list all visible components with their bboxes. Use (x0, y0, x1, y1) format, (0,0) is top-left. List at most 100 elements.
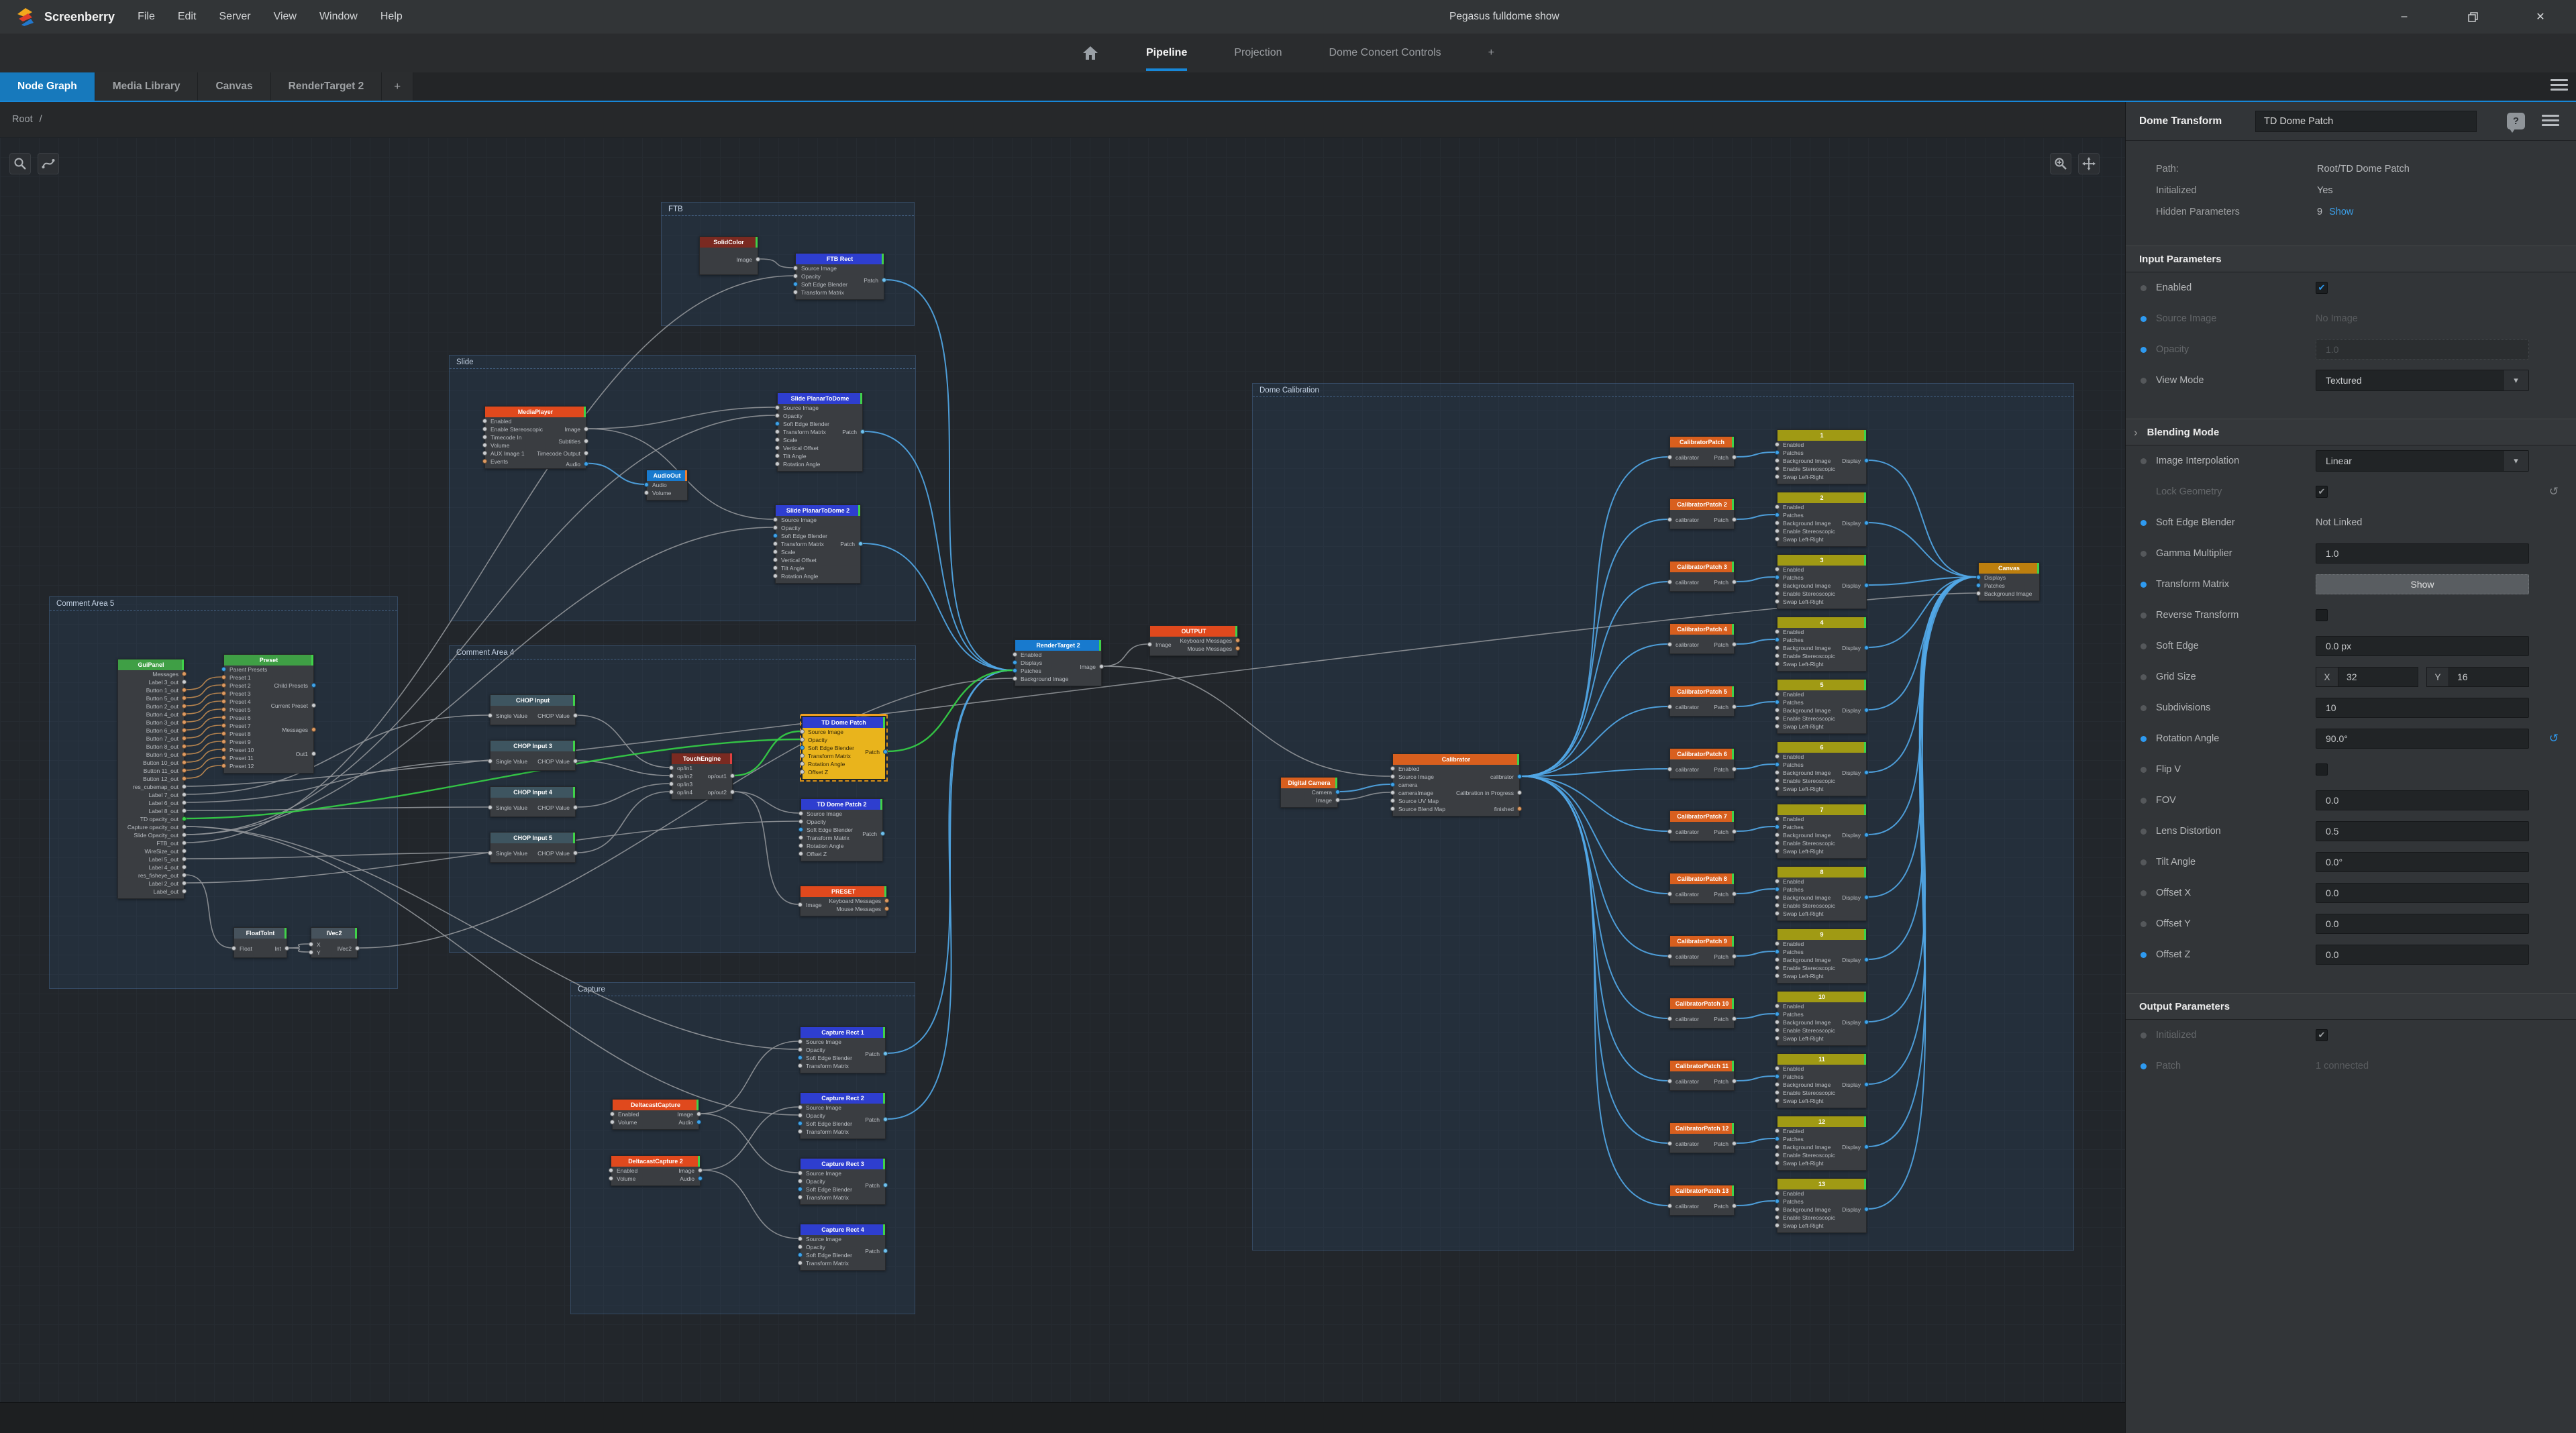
output-port-td-opacity-out[interactable] (182, 816, 187, 821)
output-port-patch[interactable] (1732, 1016, 1737, 1021)
node-graph-canvas[interactable]: Comment Area 5FTBSlideComment Area 4Capt… (0, 138, 2125, 1402)
input-port-op-in3[interactable] (669, 782, 674, 786)
output-port-audio[interactable] (698, 1176, 703, 1181)
input-port-opacity[interactable] (773, 525, 778, 530)
node-guipanel[interactable]: GuiPanelMessagesLabel 3_outButton 1_outB… (117, 659, 185, 899)
node-header[interactable]: CalibratorPatch 6 (1670, 749, 1734, 759)
input-port-source-blend-map[interactable] (1390, 806, 1395, 811)
output-port-display[interactable] (1864, 1082, 1869, 1087)
output-port-audio[interactable] (697, 1120, 701, 1124)
output-port-patch[interactable] (1732, 580, 1737, 584)
menu-item-window[interactable]: Window (319, 11, 358, 23)
output-port-display[interactable] (1864, 458, 1869, 463)
output-port-mouse-messages[interactable] (1235, 646, 1240, 651)
node-header[interactable]: TouchEngine (672, 753, 732, 764)
output-port-button-1-out[interactable] (182, 688, 187, 692)
node-cp3[interactable]: CalibratorPatch 4calibratorPatch (1669, 623, 1735, 654)
param-value-input[interactable]: 0.0 px (2316, 636, 2529, 656)
node-header[interactable]: CalibratorPatch 12 (1670, 1123, 1734, 1134)
input-port-transform-matrix[interactable] (775, 429, 780, 434)
input-port-volume[interactable] (609, 1176, 613, 1181)
output-port-patch[interactable] (1732, 642, 1737, 647)
node-header[interactable]: 7 (1778, 804, 1866, 815)
param-dropdown[interactable]: Textured▾ (2316, 370, 2529, 391)
node-yn2[interactable]: 3EnabledPatchesBackground ImageEnable St… (1777, 554, 1867, 609)
output-port-display[interactable] (1864, 1020, 1869, 1024)
output-port-button-11-out[interactable] (182, 768, 187, 773)
input-port-displays[interactable] (1013, 660, 1017, 665)
input-port-soft-edge-blender[interactable] (793, 282, 798, 286)
input-port-op-in2[interactable] (669, 774, 674, 778)
input-port-enabled[interactable] (610, 1112, 615, 1116)
input-port-transform-matrix[interactable] (773, 541, 778, 546)
node-header[interactable]: Calibrator (1393, 754, 1519, 765)
input-port-background-image[interactable] (1775, 521, 1780, 525)
input-port-background-image[interactable] (1775, 895, 1780, 900)
input-port-opacity[interactable] (800, 737, 805, 742)
input-port-soft-edge-blender[interactable] (798, 1055, 803, 1060)
node-cp7[interactable]: CalibratorPatch 8calibratorPatch (1669, 873, 1735, 904)
view-tab-canvas[interactable]: Canvas (198, 72, 270, 101)
input-port-background-image[interactable] (1976, 591, 1981, 596)
input-port-opacity[interactable] (798, 1113, 803, 1118)
node-header[interactable]: FTB Rect (796, 254, 884, 264)
node-cap3[interactable]: Capture Rect 3Source ImageOpacitySoft Ed… (800, 1158, 886, 1205)
input-port-opacity[interactable] (798, 1244, 803, 1249)
input-port-swap-left-right[interactable] (1775, 661, 1780, 666)
input-port-op-in4[interactable] (669, 790, 674, 794)
input-port-enabled[interactable] (1775, 1066, 1780, 1071)
input-port-volume[interactable] (482, 443, 487, 447)
node-chop1[interactable]: CHOP InputSingle ValueCHOP Value (490, 694, 576, 725)
output-port-image[interactable] (1099, 664, 1104, 669)
output-port-keyboard-messages[interactable] (1235, 638, 1240, 643)
show-hidden-link[interactable]: Show (2329, 207, 2353, 217)
node-yn6[interactable]: 7EnabledPatchesBackground ImageEnable St… (1777, 804, 1867, 859)
input-port-swap-left-right[interactable] (1775, 1036, 1780, 1041)
input-port-transform-matrix[interactable] (798, 1063, 803, 1068)
input-port-enable-stereoscopic[interactable] (1775, 778, 1780, 783)
input-port-calibrator[interactable] (1667, 1016, 1672, 1021)
output-port-int[interactable] (285, 946, 289, 951)
input-port-tilt-angle[interactable] (773, 566, 778, 570)
node-cp1[interactable]: CalibratorPatch 2calibratorPatch (1669, 498, 1735, 529)
input-port-transform-matrix[interactable] (798, 1261, 803, 1265)
zoom-fit-button[interactable] (2050, 153, 2071, 174)
input-port-tilt-angle[interactable] (775, 454, 780, 458)
input-port-calibrator[interactable] (1667, 1204, 1672, 1208)
node-header[interactable]: 1 (1778, 430, 1866, 441)
menu-item-server[interactable]: Server (219, 11, 250, 23)
input-port-preset-11[interactable] (221, 755, 226, 760)
input-port-source-image[interactable] (798, 1105, 803, 1110)
node-ivec2[interactable]: IVec2XYIVec2 (311, 927, 358, 958)
node-header[interactable]: 8 (1778, 867, 1866, 878)
input-port-background-image[interactable] (1775, 458, 1780, 463)
node-cp11[interactable]: CalibratorPatch 12calibratorPatch (1669, 1122, 1735, 1153)
output-port-finished[interactable] (1517, 806, 1522, 811)
node-rt2[interactable]: RenderTarget 2EnabledDisplaysPatchesBack… (1015, 639, 1102, 686)
output-port-keyboard-messages[interactable] (884, 898, 889, 903)
node-cp5[interactable]: CalibratorPatch 6calibratorPatch (1669, 748, 1735, 779)
input-port-vertical-offset[interactable] (775, 445, 780, 450)
input-port-patches[interactable] (1775, 762, 1780, 767)
input-port-calibrator[interactable] (1667, 1141, 1672, 1146)
input-port-background-image[interactable] (1775, 645, 1780, 650)
node-preset[interactable]: PresetParent PresetsPreset 1Preset 2Pres… (223, 654, 314, 774)
input-port-enabled[interactable] (1775, 505, 1780, 509)
node-header[interactable]: RenderTarget 2 (1015, 640, 1101, 651)
output-port-audio[interactable] (584, 462, 588, 466)
output-port-patch[interactable] (1732, 767, 1737, 772)
node-header[interactable]: Preset (224, 655, 313, 666)
input-port-calibrator[interactable] (1667, 767, 1672, 772)
node-header[interactable]: 12 (1778, 1116, 1866, 1127)
input-port-source-uv-map[interactable] (1390, 798, 1395, 803)
output-port-display[interactable] (1864, 708, 1869, 712)
input-port-patches[interactable] (1775, 949, 1780, 954)
node-header[interactable]: GuiPanel (118, 659, 184, 670)
input-port-rotation-angle[interactable] (800, 761, 805, 766)
input-port-enabled[interactable] (609, 1168, 613, 1173)
input-port-enable-stereoscopic[interactable] (1775, 653, 1780, 658)
node-ftbrect[interactable]: FTB RectSource ImageOpacitySoft Edge Ble… (795, 253, 884, 300)
input-port-enable-stereoscopic[interactable] (1775, 716, 1780, 721)
output-port-display[interactable] (1864, 645, 1869, 650)
output-port-patch[interactable] (883, 1183, 888, 1187)
